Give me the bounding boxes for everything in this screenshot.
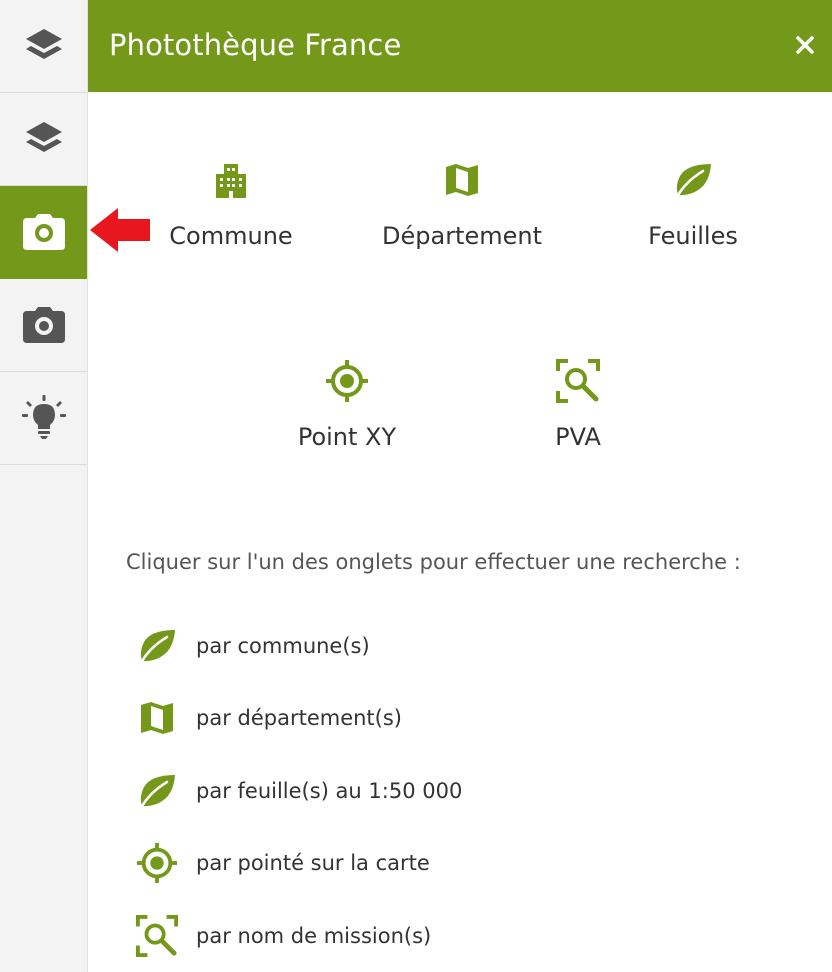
instruction-text: Cliquer sur l'un des onglets pour effect… [126,550,741,574]
camera-icon [21,212,67,252]
tab-label: Feuilles [648,222,738,250]
sidebar [0,0,88,972]
sidebar-item-tips[interactable] [0,372,87,465]
tab-label: Point XY [297,423,397,451]
list-item-label: par commune(s) [196,634,370,658]
list-item-label: par département(s) [196,706,402,730]
sidebar-item-layers-2[interactable] [0,93,87,186]
sidebar-item-phototheque[interactable] [0,186,87,279]
layers-icon [23,119,65,159]
list-item-feuilles: par feuille(s) au 1:50 000 [136,771,796,811]
zoom-search-icon [556,359,600,403]
list-item-point: par pointé sur la carte [136,842,796,884]
crosshair-icon [325,360,369,402]
list-item-departement: par département(s) [136,698,796,738]
leaf-icon [136,626,178,666]
sidebar-item-layers[interactable] [0,0,87,93]
map-icon [136,698,178,738]
list-item-label: par pointé sur la carte [196,851,430,875]
tab-label: Commune [169,222,293,250]
panel-header: Photothèque France [88,0,832,92]
tab-point-xy[interactable]: Point XY [286,360,408,451]
list-item-commune: par commune(s) [136,626,796,666]
leaf-icon [136,771,178,811]
tab-label: Département [382,222,542,250]
building-icon [214,160,248,200]
panel-title: Photothèque France [109,28,402,62]
leaf-icon [673,160,713,200]
list-item-label: par nom de mission(s) [196,924,432,948]
close-button[interactable] [794,34,816,56]
close-icon [794,36,816,60]
sidebar-item-camera-2[interactable] [0,279,87,372]
camera-icon [21,305,67,345]
crosshair-icon [136,842,178,884]
tab-pva[interactable]: PVA [538,359,618,451]
tab-feuilles[interactable]: Feuilles [628,160,758,250]
tab-label: PVA [555,423,601,451]
list-item-label: par feuille(s) au 1:50 000 [196,779,463,803]
list-item-mission: par nom de mission(s) [136,915,796,957]
zoom-search-icon [136,915,178,957]
map-icon [444,160,480,200]
layers-icon [23,26,65,66]
tab-departement[interactable]: Département [372,160,552,250]
lightbulb-icon [19,394,69,442]
tab-commune[interactable]: Commune [158,160,304,250]
red-arrow-annotation [88,206,152,254]
